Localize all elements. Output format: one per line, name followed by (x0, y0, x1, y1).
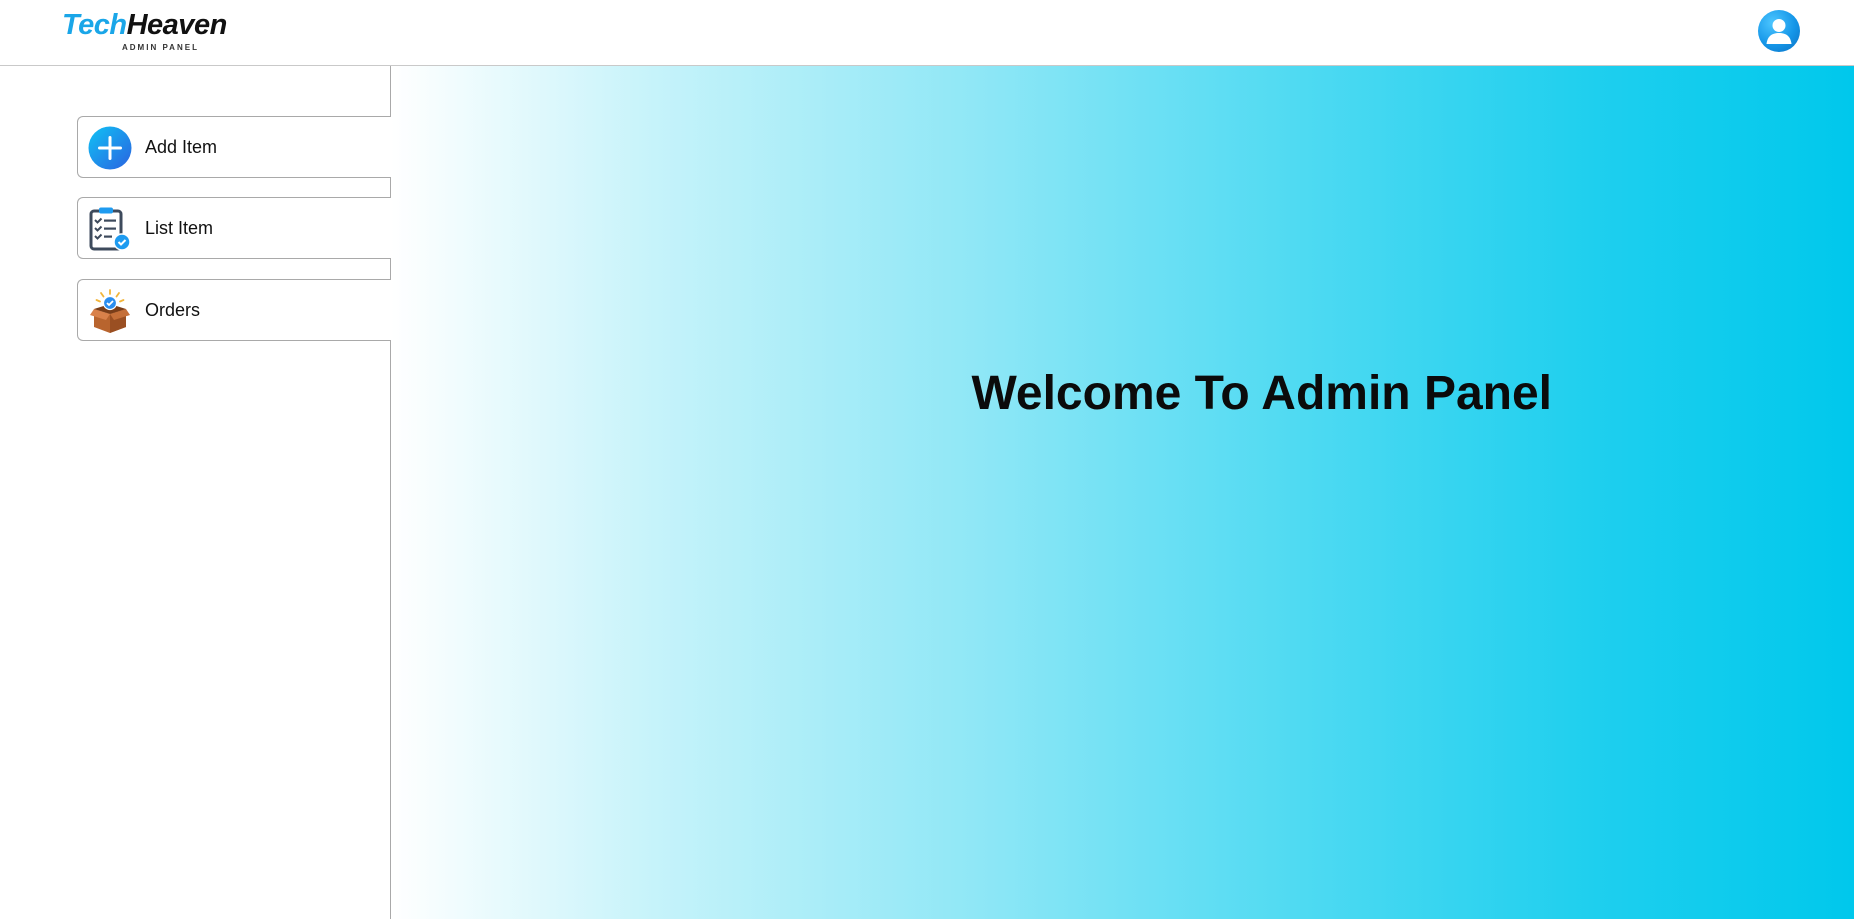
welcome-heading: Welcome To Admin Panel (971, 367, 1552, 420)
sidebar-item-label: List Item (145, 218, 214, 238)
top-navbar: TechHeaven ADMIN PANEL (0, 0, 1854, 66)
brand-subtitle: ADMIN PANEL (122, 43, 199, 52)
add-icon (88, 126, 132, 170)
sidebar-item-add-item[interactable]: Add Item (77, 116, 391, 178)
brand-logo[interactable]: TechHeaven ADMIN PANEL (62, 8, 248, 54)
sidebar-item-label: Add Item (145, 137, 218, 157)
package-box-icon (88, 289, 132, 333)
user-avatar-icon[interactable] (1758, 10, 1800, 52)
sidebar: Add Item List Item Orders (0, 66, 391, 919)
main-content: Welcome To Admin Panel (391, 66, 1854, 919)
sidebar-item-orders[interactable]: Orders (77, 279, 391, 341)
brand-name-part1: Tech (62, 9, 127, 41)
brand-name-part2: Heaven (126, 9, 228, 41)
sidebar-item-label: Orders (145, 300, 201, 320)
checklist-icon (88, 207, 132, 251)
sidebar-item-list-item[interactable]: List Item (77, 197, 391, 259)
brand-name: TechHeaven (62, 8, 227, 42)
